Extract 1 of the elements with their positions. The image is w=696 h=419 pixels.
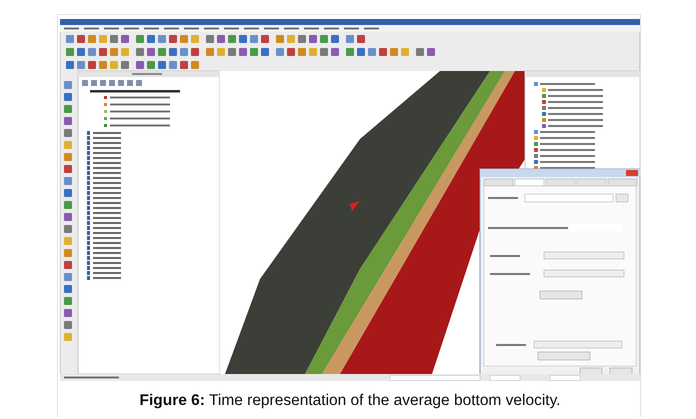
figure-caption: Figure 6: Time representation of the average bottom velocity. bbox=[140, 392, 560, 410]
